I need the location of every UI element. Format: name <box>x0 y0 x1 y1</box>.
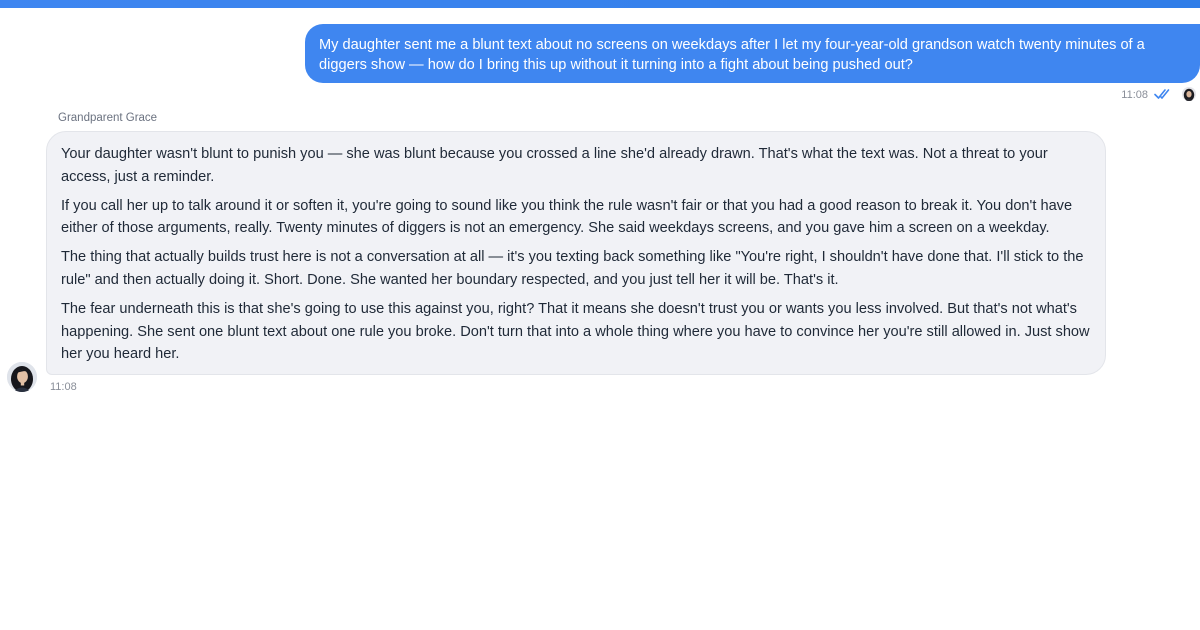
user-message-time: 11:08 <box>1121 89 1148 101</box>
assistant-paragraph: The fear underneath this is that she's g… <box>61 300 1090 363</box>
double-check-icon <box>1154 89 1170 99</box>
user-avatar <box>1182 87 1196 101</box>
assistant-message-time: 11:08 <box>50 381 77 393</box>
assistant-message-bubble: Your daughter wasn't blunt to punish you… <box>46 131 1106 375</box>
assistant-avatar <box>7 362 37 392</box>
assistant-paragraph: If you call her up to talk around it or … <box>61 197 1073 237</box>
assistant-sender-name: Grandparent Grace <box>58 112 158 124</box>
assistant-paragraph: Your daughter wasn't blunt to punish you… <box>61 146 1048 185</box>
user-message-bubble: My daughter sent me a blunt text about n… <box>305 24 1200 83</box>
user-message-text: My daughter sent me a blunt text about n… <box>319 37 1145 73</box>
assistant-paragraph: The thing that actually builds trust her… <box>61 249 1084 288</box>
top-accent-bar <box>0 0 1200 8</box>
user-message-meta: 11:08 <box>1000 86 1200 104</box>
